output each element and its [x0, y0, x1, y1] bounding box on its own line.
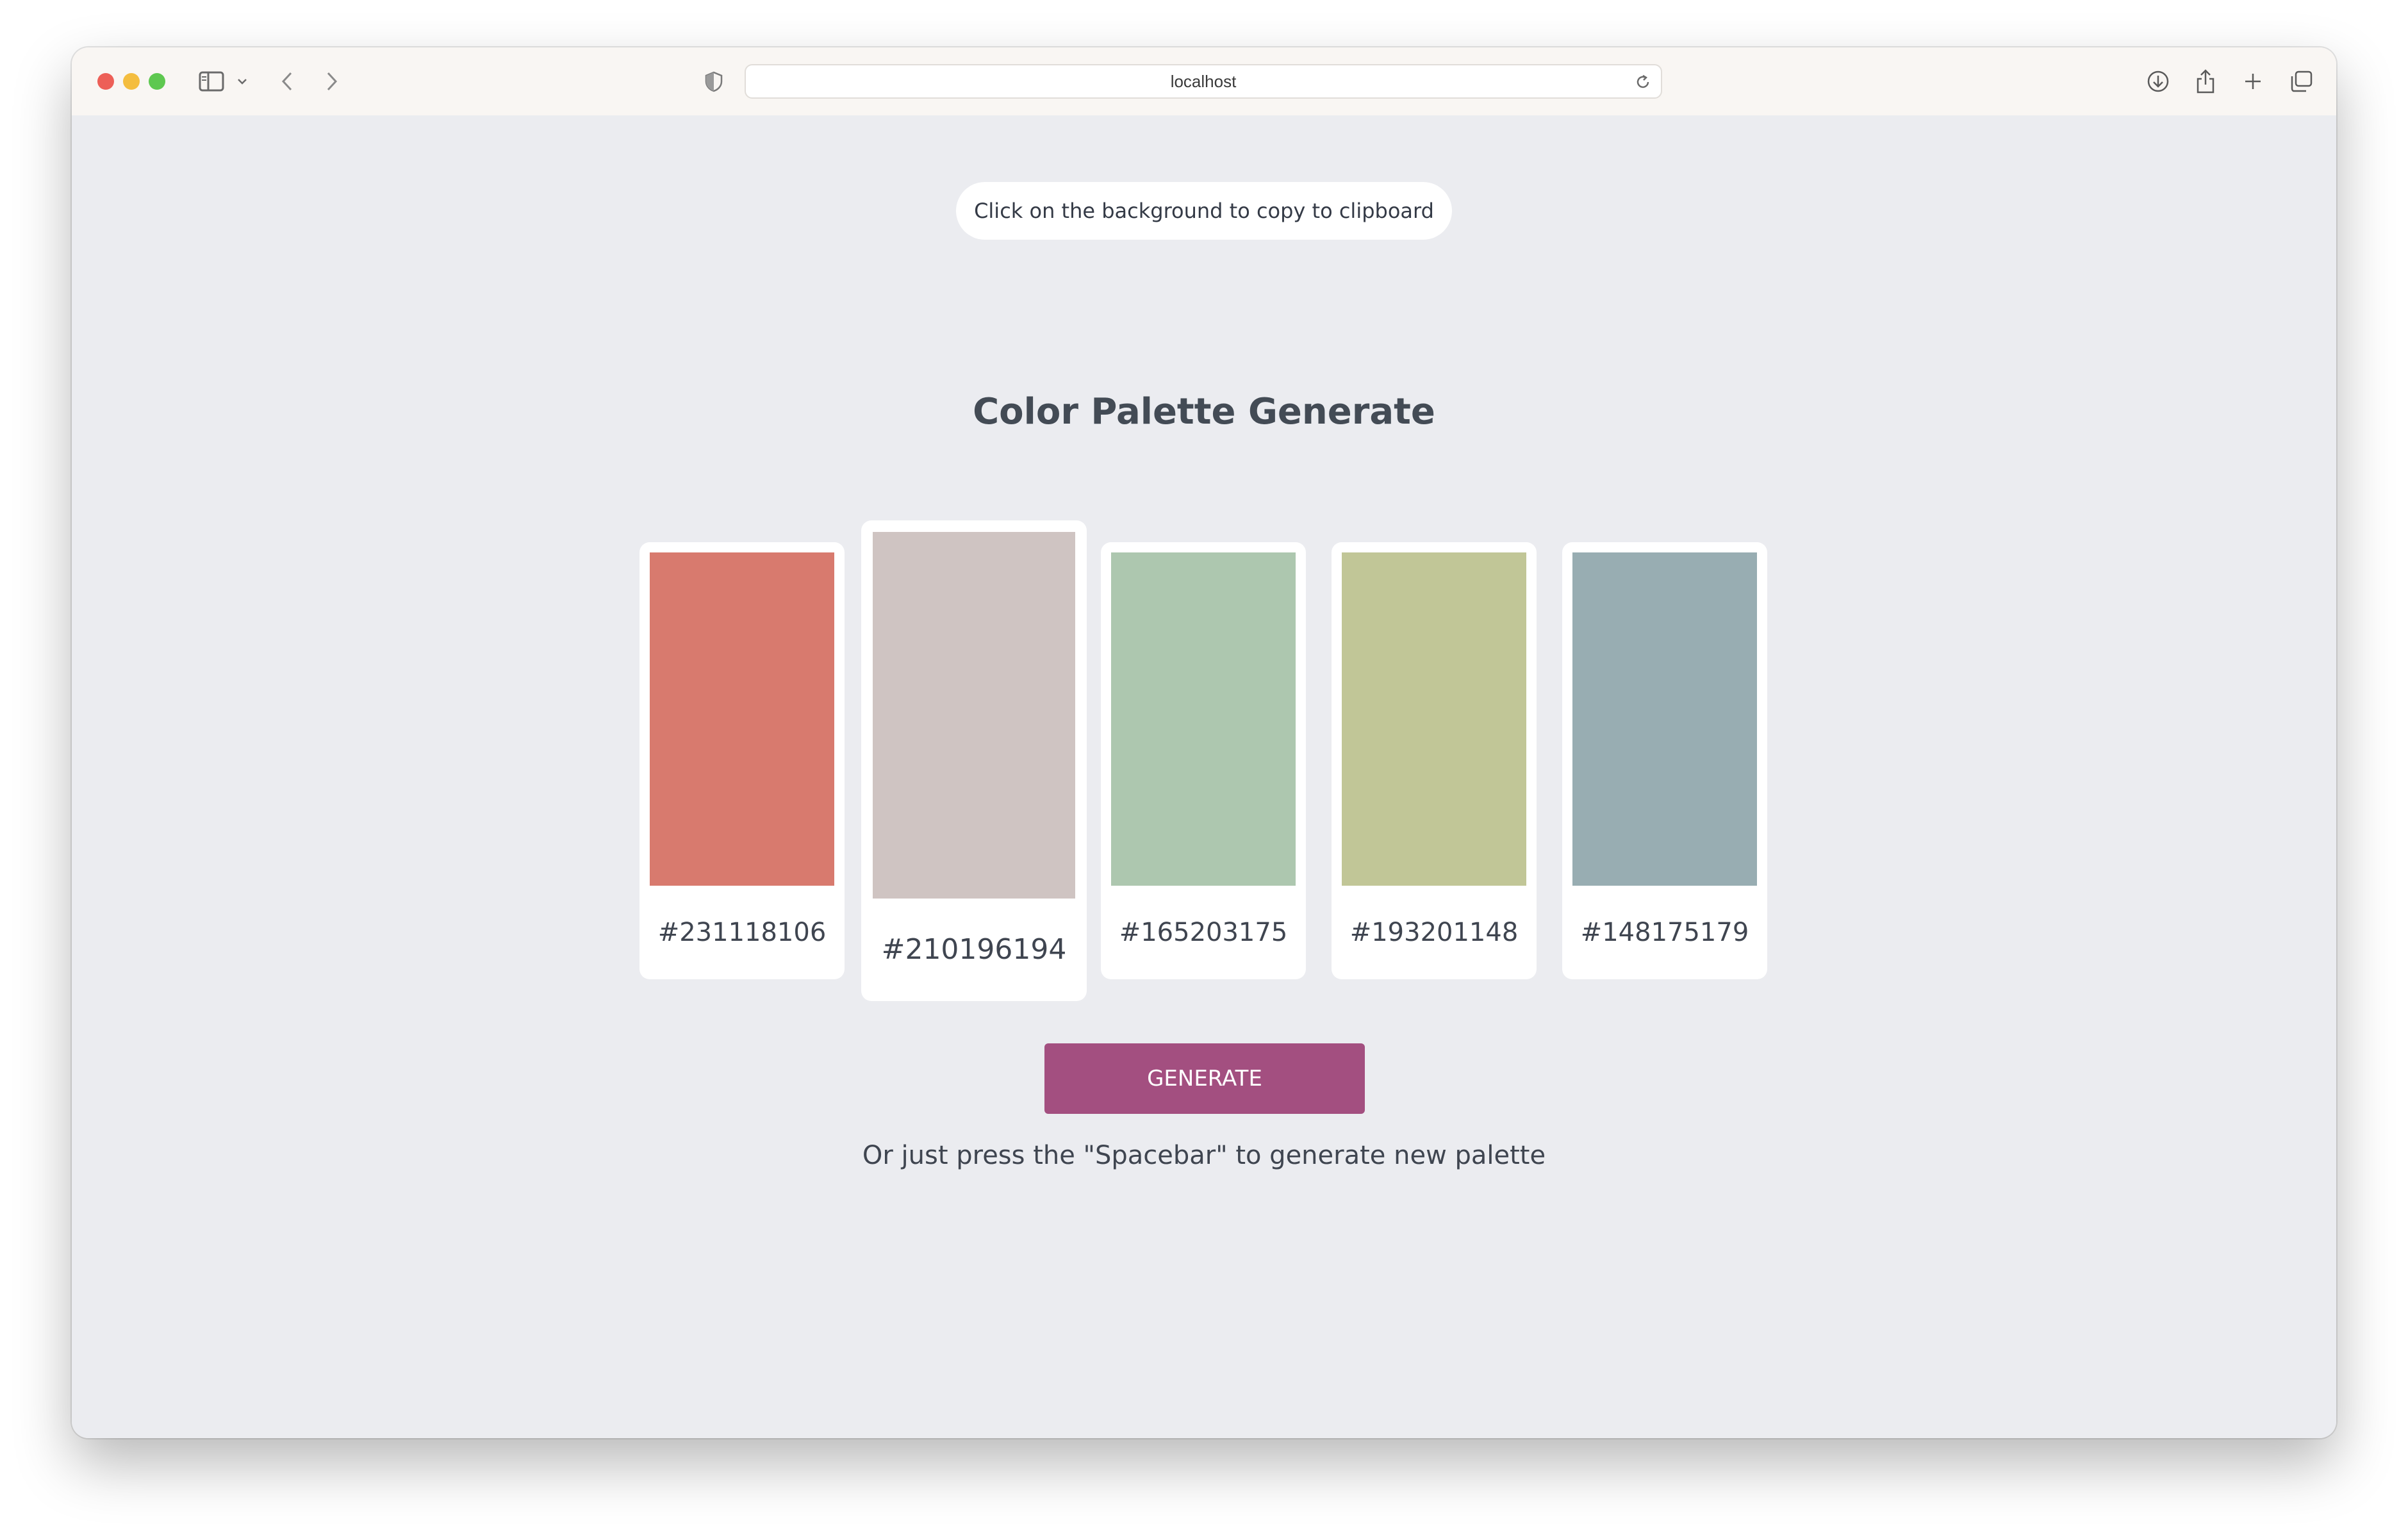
spacebar-hint: Or just press the "Spacebar" to generate… — [862, 1141, 1546, 1170]
privacy-shield-icon[interactable] — [702, 65, 725, 97]
download-icon[interactable] — [2144, 65, 2172, 97]
color-code-5: #148175179 — [1580, 918, 1749, 947]
minimize-window-button[interactable] — [123, 73, 140, 90]
color-swatch-5[interactable] — [1572, 552, 1757, 886]
new-tab-plus-icon[interactable] — [2240, 65, 2266, 97]
browser-window: localhost Click on the background to cop… — [72, 47, 2336, 1438]
color-code-4: #193201148 — [1349, 918, 1519, 947]
browser-toolbar: localhost — [72, 47, 2336, 117]
chevron-down-icon[interactable] — [236, 65, 249, 97]
address-bar[interactable]: localhost — [745, 64, 1662, 99]
palette-card-3[interactable]: #165203175 — [1101, 542, 1306, 979]
forward-arrow-icon[interactable] — [322, 65, 342, 97]
palette-card-2[interactable]: #210196194 — [861, 520, 1087, 1001]
color-code-1: #231118106 — [657, 918, 827, 947]
close-window-button[interactable] — [97, 73, 114, 90]
clipboard-hint: Click on the background to copy to clipb… — [956, 182, 1452, 240]
generate-button[interactable]: GENERATE — [1044, 1043, 1365, 1114]
sidebar-icon[interactable] — [197, 65, 226, 97]
page-background[interactable]: Click on the background to copy to clipb… — [72, 115, 2336, 1438]
tab-overview-icon[interactable] — [2288, 65, 2314, 97]
back-arrow-icon[interactable] — [277, 65, 297, 97]
color-swatch-4[interactable] — [1342, 552, 1526, 886]
color-swatch-2[interactable] — [873, 532, 1075, 899]
palette-card-1[interactable]: #231118106 — [639, 542, 845, 979]
color-swatch-3[interactable] — [1111, 552, 1296, 886]
palette-card-5[interactable]: #148175179 — [1562, 542, 1767, 979]
color-code-3: #165203175 — [1119, 918, 1288, 947]
reload-icon[interactable] — [1634, 73, 1652, 94]
share-icon[interactable] — [2193, 65, 2218, 97]
page-title: Color Palette Generate — [973, 391, 1435, 433]
zoom-window-button[interactable] — [149, 73, 165, 90]
color-swatch-1[interactable] — [650, 552, 834, 886]
address-text: localhost — [1170, 71, 1237, 91]
palette-card-4[interactable]: #193201148 — [1332, 542, 1537, 979]
color-code-2: #210196194 — [881, 933, 1067, 966]
